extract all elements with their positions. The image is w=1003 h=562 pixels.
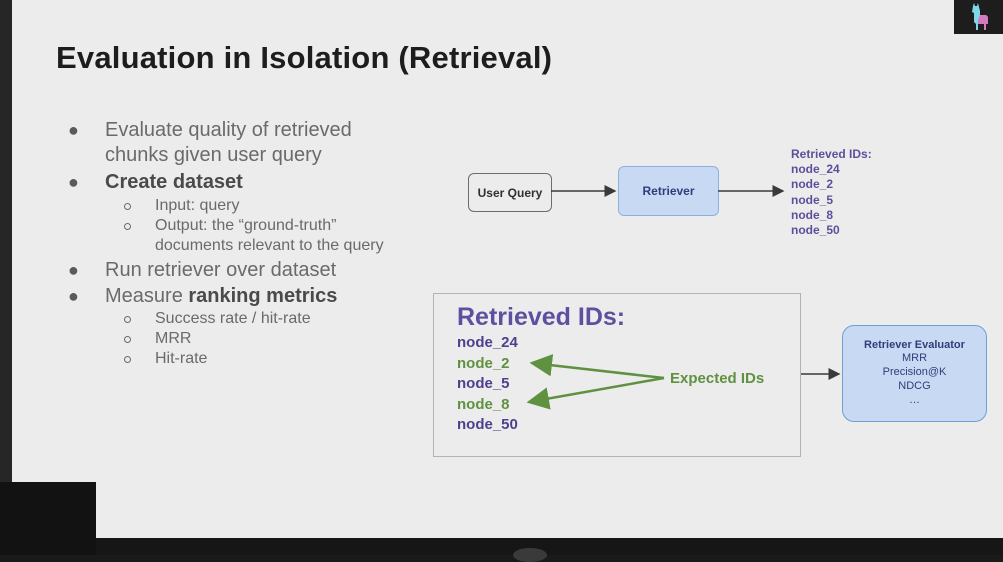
bottom-left-dark-area [0,482,96,555]
slide: Evaluation in Isolation (Retrieval) ● Ev… [12,0,1003,538]
left-dark-edge [0,0,12,555]
bottom-dark-strip [96,538,1003,555]
diagram-arrows [526,185,841,410]
video-frame: Evaluation in Isolation (Retrieval) ● Ev… [0,0,1003,562]
bottom-shadow [513,548,547,562]
arrow-expected-to-node-2 [529,354,665,380]
arrow-expected-to-node-8 [526,376,665,410]
